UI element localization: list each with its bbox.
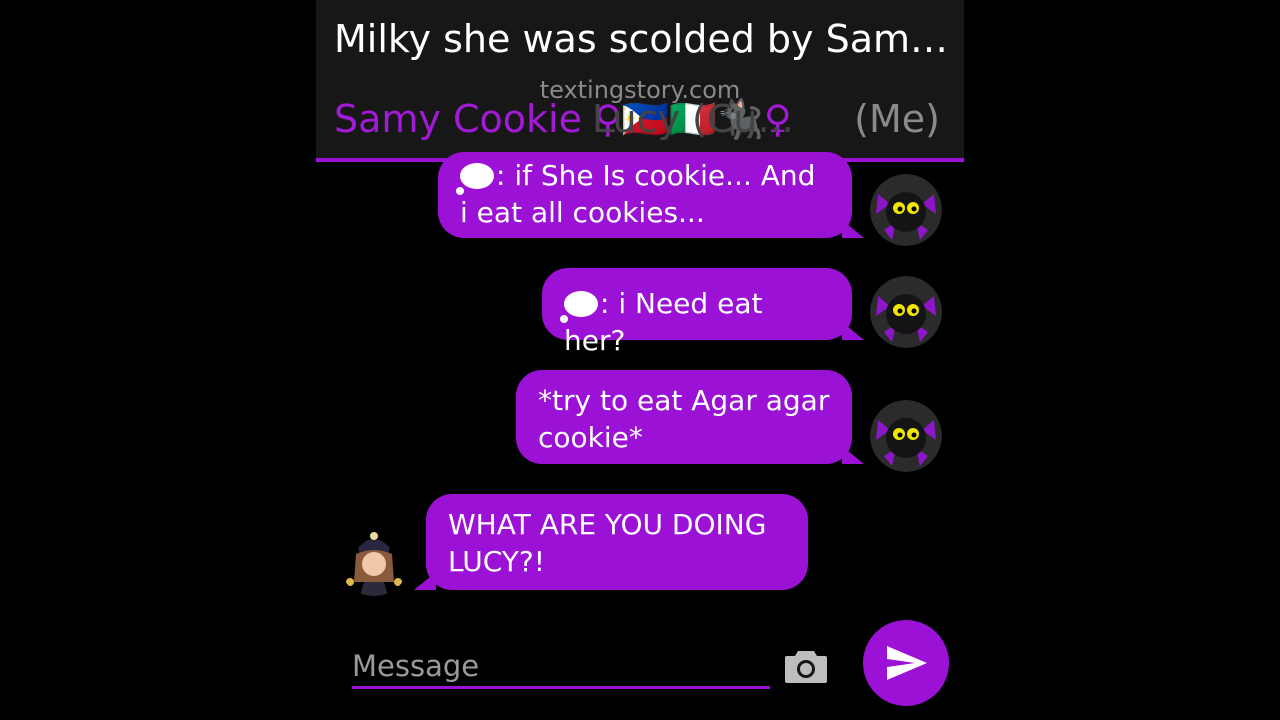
chat-screen: Milky she was scolded by Sam… textingsto… [316,0,964,720]
message-composer [316,620,964,720]
story-title: Milky she was scolded by Sam… [334,17,949,61]
thought-bubble-icon [560,291,598,323]
contact-name[interactable]: Samy Cookie ♀🇵🇭🇮🇹🐈‍⬛♀ Lucy (Cu... [334,94,794,144]
me-label: (Me) [854,97,940,141]
message-bubble[interactable]: : if She Is cookie... And i eat all cook… [438,152,864,238]
message-bubble[interactable]: : i Need eat her? [542,268,864,357]
message-line: i eat all cookies... [460,196,705,229]
thought-bubble-icon [456,163,494,195]
message-line: WHAT ARE YOU DOING [448,508,767,541]
black-cat-avatar[interactable] [870,400,942,472]
message-bubble[interactable]: *try to eat Agar agar cookie* [516,370,864,464]
message-input[interactable] [352,646,770,689]
camera-icon[interactable] [784,648,828,684]
message-line: : if She Is cookie... And [456,157,830,195]
message-line: : i Need eat her? [560,285,830,359]
message-bubble[interactable]: WHAT ARE YOU DOING LUCY?! [414,494,808,590]
message-line-text: : if She Is cookie... And [496,159,816,192]
send-icon [887,646,927,680]
black-cat-avatar[interactable] [870,276,942,348]
cookie-character-avatar[interactable] [338,524,410,596]
message-line: *try to eat Agar agar [538,384,830,417]
contact-overlay-text: Lucy (Cu... [592,97,794,141]
chat-header: Milky she was scolded by Sam… textingsto… [316,0,964,158]
black-cat-avatar[interactable] [870,174,942,246]
send-button[interactable] [863,620,949,706]
message-line: cookie* [538,421,643,454]
message-line: LUCY?! [448,545,545,578]
